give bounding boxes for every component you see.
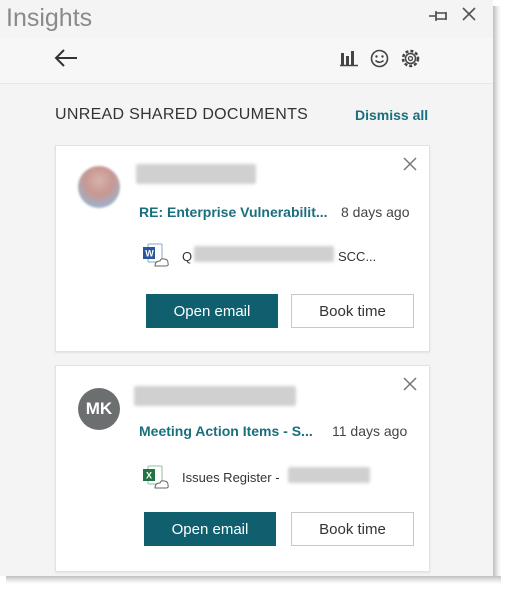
- document-card: MK Meeting Action Items - S... 11 days a…: [55, 365, 430, 572]
- section-title: UNREAD SHARED DOCUMENTS: [55, 106, 309, 123]
- window-shadow: [493, 6, 501, 584]
- card-close-icon[interactable]: [403, 374, 417, 397]
- email-age: 11 days ago: [332, 423, 408, 439]
- smiley-icon[interactable]: [370, 49, 389, 73]
- avatar: [78, 166, 120, 208]
- sender-name-redacted: [134, 386, 296, 406]
- file-name-prefix[interactable]: Q: [182, 249, 192, 264]
- card-close-icon[interactable]: [403, 154, 417, 177]
- open-email-button[interactable]: Open email: [146, 294, 278, 328]
- svg-text:W: W: [145, 249, 154, 259]
- bar-chart-icon[interactable]: [340, 49, 358, 72]
- insights-pane: Insights UNREAD SHARED DOCUMENTS Dismiss…: [0, 0, 493, 576]
- window-shadow: [6, 576, 501, 584]
- file-name-redacted: [194, 246, 334, 262]
- sender-name-redacted: [136, 164, 256, 184]
- book-time-button[interactable]: Book time: [291, 512, 414, 546]
- avatar: MK: [78, 388, 120, 430]
- document-card: RE: Enterprise Vulnerabilit... 8 days ag…: [55, 145, 430, 352]
- file-name-redacted: [288, 467, 370, 483]
- word-icon: W: [142, 242, 170, 270]
- title-bar: Insights: [0, 0, 493, 38]
- email-subject-link[interactable]: RE: Enterprise Vulnerabilit...: [139, 204, 328, 220]
- dismiss-all-link[interactable]: Dismiss all: [355, 107, 428, 123]
- close-icon[interactable]: [461, 5, 477, 28]
- open-email-button[interactable]: Open email: [144, 512, 276, 546]
- file-name-suffix: SCC...: [338, 249, 377, 264]
- email-subject-link[interactable]: Meeting Action Items - S...: [139, 423, 313, 439]
- file-name[interactable]: Issues Register -: [182, 470, 280, 485]
- book-time-button[interactable]: Book time: [291, 294, 414, 328]
- pane-title: Insights: [6, 4, 93, 32]
- excel-icon: X: [142, 464, 170, 492]
- gear-icon[interactable]: [401, 49, 420, 73]
- back-arrow-icon[interactable]: [53, 45, 79, 76]
- pin-icon[interactable]: [428, 9, 450, 28]
- toolbar: [0, 38, 493, 84]
- email-age: 8 days ago: [341, 204, 410, 220]
- svg-text:X: X: [146, 471, 152, 481]
